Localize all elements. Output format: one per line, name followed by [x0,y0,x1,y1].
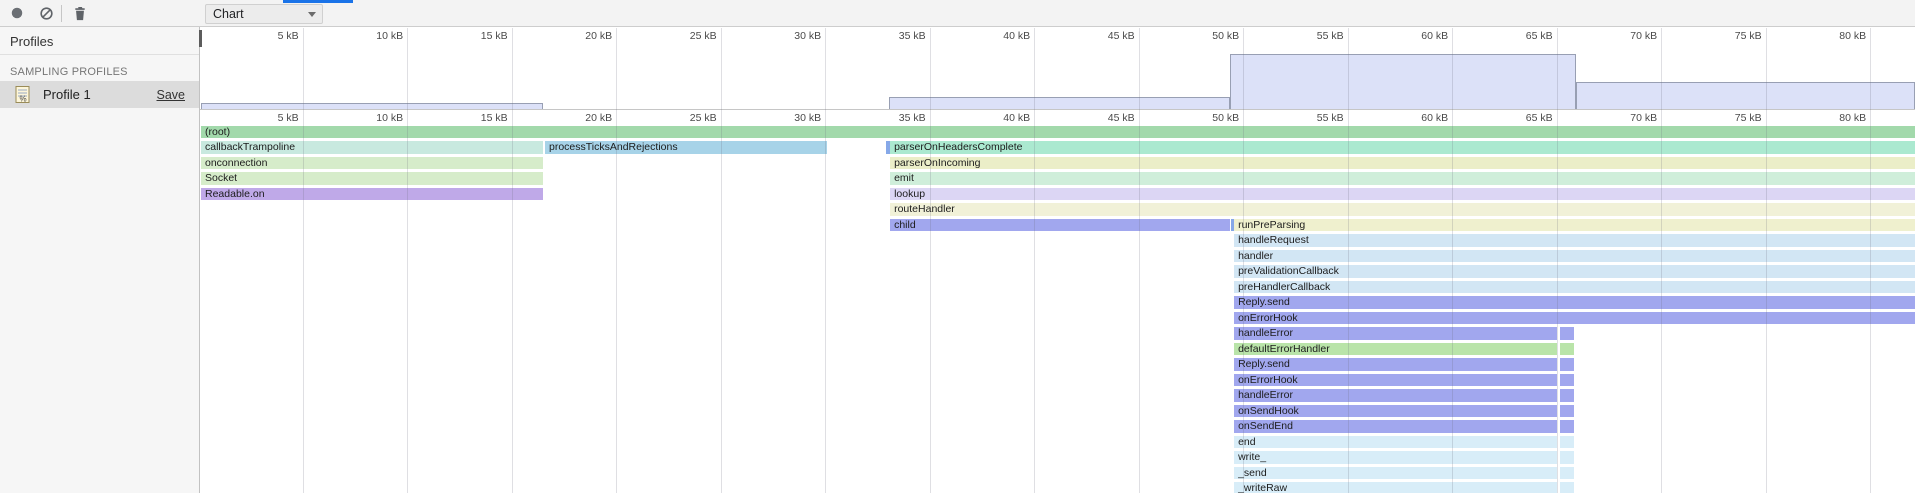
flame-frame-lookup[interactable]: lookup [890,188,1915,201]
svg-text:%: % [20,95,27,104]
flame-frame-parseronincoming[interactable]: parserOnIncoming [890,157,1915,170]
flame-frame-_writeraw[interactable]: _writeRaw [1234,482,1557,493]
flame-frame-onsendhook[interactable]: onSendHook [1234,405,1557,418]
flame-frame-segment[interactable] [1560,436,1574,449]
flame-frame-handler[interactable]: handler [1234,250,1915,263]
profile-name: Profile 1 [43,87,91,102]
flame-frame-onerrorhook[interactable]: onErrorHook [1234,374,1557,387]
flame-frame-defaulterrorhandler[interactable]: defaultErrorHandler [1234,343,1557,356]
flame-frame-segment[interactable] [1560,451,1574,464]
flame-frame-handlerequest[interactable]: handleRequest [1234,234,1915,247]
flame-frame-_send[interactable]: _send [1234,467,1557,480]
clear-all-button[interactable] [35,3,57,23]
flame-frame-segment[interactable] [1560,374,1574,387]
toolbar-separator [61,5,62,22]
flame-frame-onerrorhook[interactable]: onErrorHook [1234,312,1915,325]
flame-frame-processticksandrejections[interactable]: processTicksAndRejections [545,141,827,154]
flame-frame-end[interactable]: end [1234,436,1557,449]
flame-frame-segment[interactable] [1560,343,1574,356]
dropdown-caret-icon [308,12,316,17]
flame-frame-callbacktrampoline[interactable]: callbackTrampoline [201,141,543,154]
flame-frame-segment[interactable] [1560,389,1574,402]
flame-frame-segment[interactable] [1560,327,1574,340]
heap-profile-icon: % [13,85,32,104]
flame-frame-child[interactable]: child [890,219,1230,232]
delete-profile-button[interactable] [69,3,91,23]
flame-frame-reply.send[interactable]: Reply.send [1234,296,1915,309]
flame-frame-socket[interactable]: Socket [201,172,543,185]
record-button[interactable] [6,3,28,23]
sidebar-section-label: SAMPLING PROFILES [10,66,128,78]
clear-icon [39,6,54,21]
flame-frame-emit[interactable]: emit [890,172,1915,185]
trash-icon [73,6,87,21]
devtools-memory-panel: (root) callbackTrampoline onconnection Sock… [0,0,1915,493]
flame-frame-readable.on[interactable]: Readable.on [201,188,543,201]
flame-frame-handleerror[interactable]: handleError [1234,327,1557,340]
flame-frame-onsendend[interactable]: onSendEnd [1234,420,1557,433]
flame-frame-routehandler[interactable]: routeHandler [890,203,1915,216]
flame-frame-segment[interactable] [1560,467,1574,480]
profile-list-item[interactable]: % Profile 1 Save [0,81,199,108]
view-mode-select[interactable]: Chart [205,4,323,24]
flame-frame-prevalidationcallback[interactable]: preValidationCallback [1234,265,1915,278]
view-mode-value: Chart [213,7,244,21]
flame-frame-write_[interactable]: write_ [1234,451,1557,464]
flame-frame-segment[interactable] [1560,420,1574,433]
save-profile-link[interactable]: Save [157,88,186,102]
flame-frame-segment[interactable] [886,141,890,154]
flame-chart[interactable]: (root) callbackTrampoline onconnection Sock… [0,0,1915,493]
splitter-handle[interactable] [199,30,202,47]
flame-frame-segment[interactable] [1560,405,1574,418]
flame-frame-runpreparsing[interactable]: runPreParsing [1234,219,1915,232]
flame-frame-segment[interactable] [1560,358,1574,371]
flame-frame-root[interactable]: (root) [201,126,1915,139]
sidebar-title: Profiles [10,34,53,49]
flame-frame-handleerror[interactable]: handleError [1234,389,1557,402]
toolbar: Chart [0,0,1915,27]
sidebar: Profiles SAMPLING PROFILES % Profile 1 S… [0,27,200,493]
active-tab-indicator [283,0,353,3]
flame-frame-segment[interactable] [1560,482,1574,493]
record-icon [10,6,24,20]
flame-frame-onconnection[interactable]: onconnection [201,157,543,170]
flame-frame-parseronheaderscomplete[interactable]: parserOnHeadersComplete [890,141,1915,154]
flame-frame-prehandlercallback[interactable]: preHandlerCallback [1234,281,1915,294]
sidebar-divider [0,54,199,55]
flame-frame-reply.send[interactable]: Reply.send [1234,358,1557,371]
